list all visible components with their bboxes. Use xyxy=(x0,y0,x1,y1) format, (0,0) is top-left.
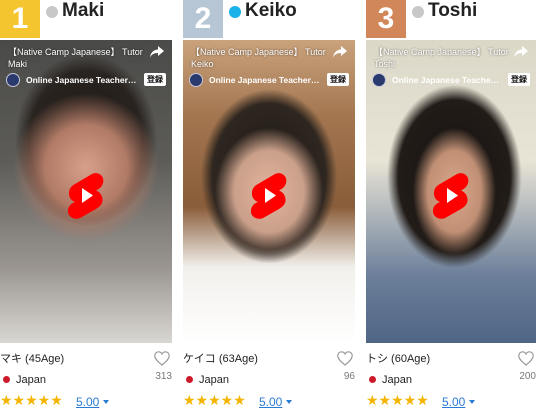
teacher-age: マキ (45Age) xyxy=(0,353,65,365)
card-header: 3 Toshi xyxy=(366,0,536,38)
caret-down-icon[interactable] xyxy=(469,400,475,404)
video-title: 【Native Camp Japanese】 Tutor Maki xyxy=(8,47,143,69)
intro-video[interactable]: 【Native Camp Japanese】 Tutor Maki Online… xyxy=(0,40,172,343)
teacher-card-maki[interactable]: 1 Maki 【Native Camp Japanese】 Tutor Maki… xyxy=(0,0,172,415)
subscribe-button[interactable]: 登録 xyxy=(144,73,166,86)
channel-logo-icon xyxy=(372,73,386,87)
heart-outline-icon[interactable] xyxy=(337,351,353,366)
status-dot-icon xyxy=(412,6,424,18)
youtube-shorts-play-icon[interactable] xyxy=(66,172,106,220)
channel-row: Online Japanese Teacher - Nati... 登録 xyxy=(189,73,349,87)
teacher-name[interactable]: Keiko xyxy=(245,0,297,22)
rating-link[interactable]: 5.00 xyxy=(259,395,282,409)
youtube-shorts-play-icon[interactable] xyxy=(431,172,471,220)
japan-flag-icon xyxy=(369,376,376,383)
status-dot-icon xyxy=(46,6,58,18)
video-title: 【Native Camp Japanese】 Tutor Toshi xyxy=(374,47,509,69)
share-arrow-icon[interactable] xyxy=(150,46,164,58)
share-arrow-icon[interactable] xyxy=(514,46,528,58)
rating-link[interactable]: 5.00 xyxy=(76,395,99,409)
intro-video[interactable]: 【Native Camp Japanese】 Tutor Keiko Onlin… xyxy=(183,40,355,343)
teacher-meta: マキ (45Age) 313 Japan ★★★★★ 5.00 xyxy=(0,349,172,415)
youtube-shorts-play-icon[interactable] xyxy=(249,172,289,220)
video-title: 【Native Camp Japanese】 Tutor Keiko xyxy=(191,47,326,69)
teacher-meta: ケイコ (63Age) 96 Japan ★★★★★ 5.00 xyxy=(183,349,355,415)
channel-row: Online Japanese Teacher - Nati... 登録 xyxy=(372,73,530,87)
teacher-meta: トシ (60Age) 200 Japan ★★★★★ 5.00 xyxy=(366,349,536,415)
japan-flag-icon xyxy=(186,376,193,383)
channel-name: Online Japanese Teacher - Nati... xyxy=(209,75,321,85)
share-arrow-icon[interactable] xyxy=(333,46,347,58)
channel-logo-icon xyxy=(189,73,203,87)
teacher-card-keiko[interactable]: 2 Keiko 【Native Camp Japanese】 Tutor Kei… xyxy=(183,0,355,415)
channel-logo-icon xyxy=(6,73,20,87)
rank-badge: 1 xyxy=(0,0,40,38)
teacher-name[interactable]: Maki xyxy=(62,0,104,22)
star-rating: ★★★★★ xyxy=(366,392,429,408)
rank-badge: 3 xyxy=(366,0,406,38)
country-label: Japan xyxy=(16,374,46,386)
card-header: 2 Keiko xyxy=(183,0,355,38)
star-rating: ★★★★★ xyxy=(183,392,246,408)
teacher-age: ケイコ (63Age) xyxy=(183,353,258,365)
rank-badge: 2 xyxy=(183,0,223,38)
like-count: 96 xyxy=(343,371,355,382)
channel-row: Online Japanese Teacher - Nati... 登録 xyxy=(6,73,166,87)
teacher-card-toshi[interactable]: 3 Toshi 【Native Camp Japanese】 Tutor Tos… xyxy=(366,0,536,415)
status-dot-icon xyxy=(229,6,241,18)
card-header: 1 Maki xyxy=(0,0,172,38)
heart-outline-icon[interactable] xyxy=(518,351,534,366)
country-label: Japan xyxy=(382,374,412,386)
like-count: 200 xyxy=(519,371,536,382)
japan-flag-icon xyxy=(3,376,10,383)
caret-down-icon[interactable] xyxy=(286,400,292,404)
intro-video[interactable]: 【Native Camp Japanese】 Tutor Toshi Onlin… xyxy=(366,40,536,343)
star-rating: ★★★★★ xyxy=(0,392,63,408)
subscribe-button[interactable]: 登録 xyxy=(508,73,530,86)
like-count: 313 xyxy=(155,371,172,382)
subscribe-button[interactable]: 登録 xyxy=(327,73,349,86)
teacher-name[interactable]: Toshi xyxy=(428,0,477,22)
channel-name: Online Japanese Teacher - Nati... xyxy=(392,75,502,85)
rating-link[interactable]: 5.00 xyxy=(442,395,465,409)
channel-name: Online Japanese Teacher - Nati... xyxy=(26,75,138,85)
heart-outline-icon[interactable] xyxy=(154,351,170,366)
teacher-age: トシ (60Age) xyxy=(366,353,431,365)
caret-down-icon[interactable] xyxy=(103,400,109,404)
country-label: Japan xyxy=(199,374,229,386)
